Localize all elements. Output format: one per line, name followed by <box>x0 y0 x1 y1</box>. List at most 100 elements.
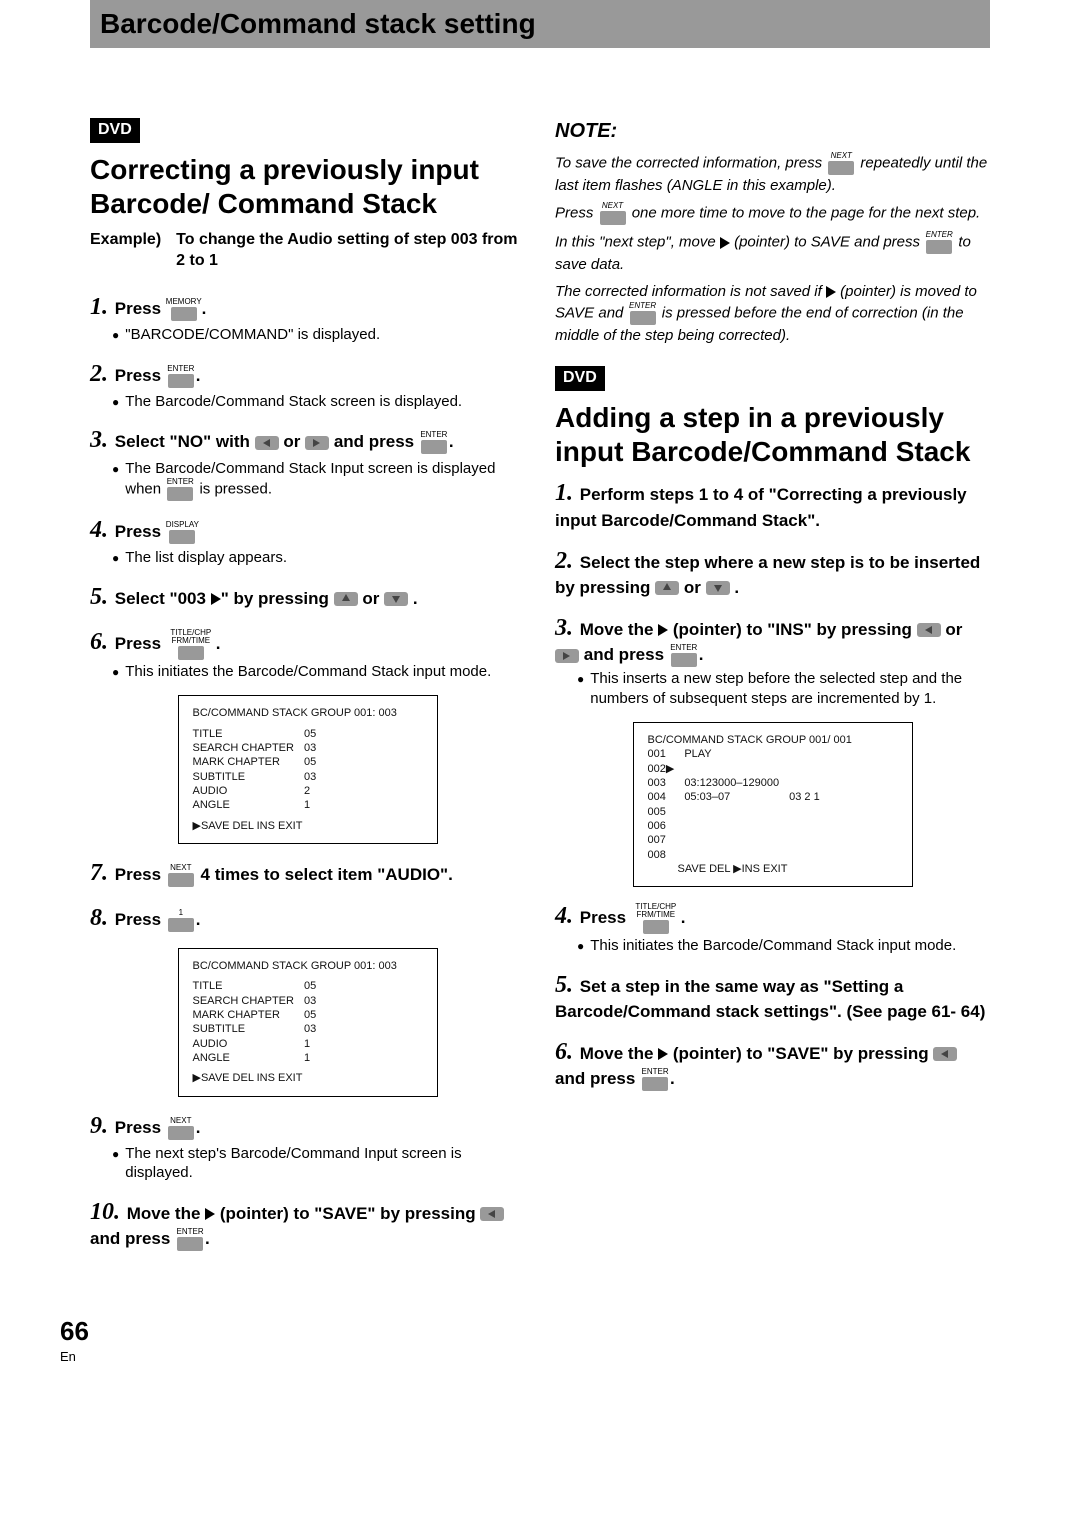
cell: 003 <box>648 776 685 790</box>
cell: ANGLE <box>193 1051 304 1065</box>
key-label: DISPLAY <box>166 521 199 529</box>
cell: PLAY <box>684 747 789 761</box>
key-label: ENTER <box>420 431 447 439</box>
right-column: NOTE: To save the corrected information,… <box>555 118 990 1265</box>
example-line: Example) To change the Audio setting of … <box>90 230 525 272</box>
up-arrow-key-icon <box>655 581 679 595</box>
step-num: 8. <box>90 905 108 931</box>
step-4: 4. Press DISPLAY ●The list display appea… <box>90 515 525 568</box>
bullet-icon: ● <box>112 665 119 681</box>
key-label: NEXT <box>602 202 623 210</box>
step-8: 8. Press 1. <box>90 903 525 934</box>
rstep-6: 6. Move the (pointer) to "SAVE" by press… <box>555 1037 990 1091</box>
screen-table: TITLE05 SEARCH CHAPTER03 MARK CHAPTER05 … <box>193 979 327 1065</box>
next-key-icon <box>168 873 194 887</box>
bullet-icon: ● <box>112 328 119 344</box>
step-num: 6. <box>90 629 108 655</box>
cell: 05 <box>304 1008 326 1022</box>
dvd-badge: DVD <box>555 366 605 391</box>
pointer-icon <box>720 237 730 249</box>
cell: 03:123000–129000 <box>684 776 789 790</box>
bullet-icon: ● <box>112 551 119 567</box>
cell: 002▶ <box>648 762 685 776</box>
key-label: ENTER <box>167 365 194 373</box>
step-6: 6. Press TITLE/CHP FRM/TIME. ●This initi… <box>90 627 525 682</box>
step-text: Move the <box>580 1044 654 1063</box>
left-arrow-key-icon <box>480 1207 504 1221</box>
memory-key-icon <box>171 307 197 321</box>
bullet-icon: ● <box>112 1147 119 1163</box>
left-heading: Correcting a previously input Barcode/ C… <box>90 153 525 220</box>
bullet-text: "BARCODE/COMMAND" is displayed. <box>125 325 380 345</box>
bullet-text: The Barcode/Command Stack Input screen i… <box>125 459 525 502</box>
note-text: Press <box>555 205 593 222</box>
cell: SEARCH CHAPTER <box>193 994 304 1008</box>
bullet-text: This inserts a new step before the selec… <box>590 669 990 708</box>
step-text: Press <box>115 865 161 884</box>
bullet-text: The Barcode/Command Stack screen is disp… <box>125 392 462 412</box>
right-arrow-key-icon <box>305 436 329 450</box>
bullet-text: This initiates the Barcode/Command Stack… <box>125 662 491 682</box>
cell: 005 <box>648 805 685 819</box>
page-number: 66 <box>60 1315 89 1349</box>
display-screen-2: BC/COMMAND STACK GROUP 001: 003 TITLE05 … <box>178 948 438 1096</box>
step-10: 10. Move the (pointer) to "SAVE" by pres… <box>90 1197 525 1251</box>
period: . <box>734 578 739 597</box>
pointer-icon <box>826 286 836 298</box>
step-text: Press <box>115 1118 161 1137</box>
step-text: Press <box>115 634 161 653</box>
cell: SEARCH CHAPTER <box>193 741 304 755</box>
one-key-icon <box>168 918 194 932</box>
step-num: 7. <box>90 860 108 886</box>
left-arrow-key-icon <box>255 436 279 450</box>
pointer-icon <box>205 1208 215 1220</box>
display-screen-3: BC/COMMAND STACK GROUP 001/ 001 001PLAY … <box>633 722 913 887</box>
step-num: 2. <box>555 548 573 574</box>
key-label: ENTER <box>670 644 697 652</box>
cell: 03 <box>304 1022 326 1036</box>
cell: AUDIO <box>193 784 304 798</box>
step-text: Perform steps 1 to 4 of "Correcting a pr… <box>555 485 967 529</box>
bullet-text: The list display appears. <box>125 548 287 568</box>
cell: 008 <box>648 848 685 862</box>
key-label: TITLE/CHP FRM/TIME <box>166 629 216 645</box>
bullet-text: This initiates the Barcode/Command Stack… <box>590 936 956 956</box>
cell <box>789 747 830 761</box>
bullet-text-b: is pressed. <box>199 481 272 498</box>
cell: 006 <box>648 819 685 833</box>
enter-key-icon <box>177 1237 203 1251</box>
cell: MARK CHAPTER <box>193 755 304 769</box>
key-label: ENTER <box>176 1228 203 1236</box>
screen-header: BC/COMMAND STACK GROUP 001: 003 <box>193 706 423 720</box>
key-label: TITLE/CHP FRM/TIME <box>631 903 681 919</box>
rstep-2: 2. Select the step where a new step is t… <box>555 546 990 599</box>
step-text: and press <box>90 1229 170 1248</box>
enter-key-icon <box>167 487 193 501</box>
note-text: The corrected information is not saved i… <box>555 283 822 300</box>
display-screen-1: BC/COMMAND STACK GROUP 001: 003 TITLE05 … <box>178 695 438 843</box>
step-text: or <box>945 620 962 639</box>
step-text: and press <box>584 645 664 664</box>
enter-key-icon <box>671 653 697 667</box>
up-arrow-key-icon <box>334 592 358 606</box>
cell: 05:03–07 <box>684 790 789 804</box>
key-label: ENTER <box>629 302 656 310</box>
key-label: ENTER <box>167 478 194 486</box>
step-text: Move the <box>580 620 654 639</box>
rstep-5: 5. Set a step in the same way as "Settin… <box>555 970 990 1023</box>
pointer-icon <box>658 1048 668 1060</box>
right-heading: Adding a step in a previously input Barc… <box>555 401 990 468</box>
rstep-3: 3. Move the (pointer) to "INS" by pressi… <box>555 613 990 708</box>
cell: 2 <box>304 784 326 798</box>
screen-footer: ▶SAVE DEL INS EXIT <box>193 1071 423 1085</box>
cell: 001 <box>648 747 685 761</box>
cell: 05 <box>304 755 326 769</box>
key-label: MEMORY <box>166 298 202 306</box>
screen-header: BC/COMMAND STACK GROUP 001/ 001 <box>648 733 898 747</box>
step-num: 1. <box>555 480 573 506</box>
bullet-icon: ● <box>112 395 119 411</box>
note-heading: NOTE: <box>555 118 990 144</box>
left-column: DVD Correcting a previously input Barcod… <box>90 118 525 1265</box>
display-key-icon <box>169 530 195 544</box>
key-label: ENTER <box>926 231 953 239</box>
